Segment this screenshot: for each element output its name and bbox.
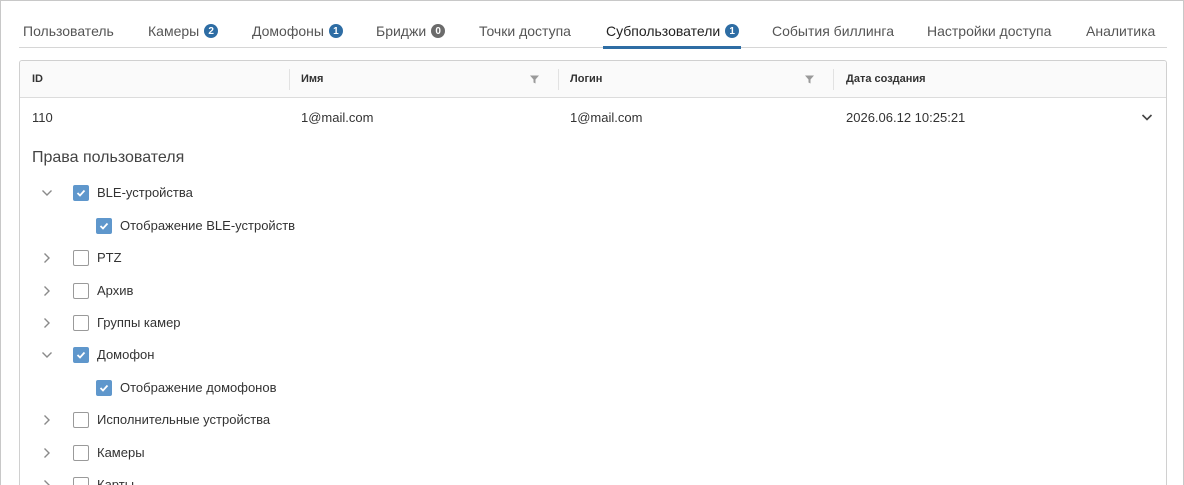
count-badge: 1 — [328, 24, 343, 38]
tab-analytics[interactable]: Аналитика — [1086, 14, 1155, 48]
tab-label: Аналитика — [1086, 23, 1156, 39]
column-header-id[interactable]: ID — [32, 61, 43, 97]
cell-login: 1@mail.com — [570, 109, 643, 125]
rights-item-label: Карты — [97, 477, 135, 485]
column-header-login[interactable]: Логин — [570, 61, 602, 97]
tab-label: Точки доступа — [479, 23, 571, 39]
rights-item-ptz: PTZ — [20, 247, 420, 269]
subusers-table: ID Имя Логин Дата создания 110 1@mail.co… — [19, 60, 1167, 485]
rights-item-archive: Архив — [20, 280, 420, 302]
checkbox[interactable] — [73, 185, 89, 201]
rights-item-label: Группы камер — [97, 315, 181, 330]
rights-item-ble-view: Отображение BLE-устройств — [20, 215, 420, 237]
rights-item-actuators: Исполнительные устройства — [20, 409, 420, 431]
tab-user[interactable]: Пользователь — [23, 14, 114, 48]
chevron-down-icon[interactable] — [1140, 110, 1154, 124]
chevron-right-icon[interactable] — [41, 447, 53, 459]
chevron-right-icon[interactable] — [41, 285, 53, 297]
column-divider — [289, 69, 290, 90]
tab-subusers[interactable]: Субпользователи 1 — [603, 14, 742, 49]
tab-access-points[interactable]: Точки доступа — [479, 14, 571, 48]
count-badge: 1 — [725, 24, 740, 38]
user-rights-title: Права пользователя — [32, 149, 185, 166]
tab-cameras[interactable]: Камеры 2 — [148, 14, 219, 48]
rights-item-label: Исполнительные устройства — [97, 412, 271, 427]
cell-created: 2026.06.12 10:25:21 — [846, 109, 966, 125]
tab-label: Пользователь — [23, 23, 114, 39]
rights-item-label: Архив — [97, 283, 134, 298]
rights-item-cameras: Камеры — [20, 442, 420, 464]
rights-item-label: Камеры — [97, 445, 145, 460]
chevron-down-icon[interactable] — [41, 349, 53, 361]
filter-icon[interactable] — [804, 74, 815, 85]
checkbox[interactable] — [73, 283, 89, 299]
count-badge: 2 — [204, 24, 219, 38]
tab-label: События биллинга — [772, 23, 894, 39]
checkbox[interactable] — [73, 445, 89, 461]
rights-item-label: BLE-устройства — [97, 185, 193, 200]
rights-item-maps: Карты — [20, 474, 420, 485]
chevron-right-icon[interactable] — [41, 479, 53, 485]
column-header-created[interactable]: Дата создания — [846, 61, 926, 97]
cell-name: 1@mail.com — [301, 109, 374, 125]
tab-access-settings[interactable]: Настройки доступа — [927, 14, 1051, 48]
chevron-right-icon[interactable] — [41, 414, 53, 426]
tab-billing-events[interactable]: События биллинга — [772, 14, 894, 48]
column-divider — [558, 69, 559, 90]
tab-label: Субпользователи — [606, 23, 721, 39]
cell-id: 110 — [32, 109, 53, 125]
filter-icon[interactable] — [529, 74, 540, 85]
chevron-down-icon[interactable] — [41, 187, 53, 199]
tab-intercoms[interactable]: Домофоны 1 — [252, 14, 343, 48]
checkbox[interactable] — [96, 218, 112, 234]
column-header-name[interactable]: Имя — [301, 61, 323, 97]
tab-bridges[interactable]: Бриджи 0 — [376, 14, 446, 48]
checkbox[interactable] — [73, 315, 89, 331]
chevron-right-icon[interactable] — [41, 317, 53, 329]
column-divider — [833, 69, 834, 90]
rights-item-intercom-view: Отображение домофонов — [20, 377, 420, 399]
table-header: ID Имя Логин Дата создания — [20, 61, 1166, 98]
rights-item-camera-groups: Группы камер — [20, 312, 420, 334]
tab-label: Домофоны — [252, 23, 324, 39]
tab-label: Камеры — [148, 23, 200, 39]
rights-item-ble: BLE-устройства — [20, 182, 420, 204]
checkbox[interactable] — [73, 477, 89, 485]
checkbox[interactable] — [96, 380, 112, 396]
checkbox[interactable] — [73, 412, 89, 428]
tab-label: Бриджи — [376, 23, 427, 39]
active-tab-indicator — [603, 46, 742, 49]
checkbox[interactable] — [73, 347, 89, 363]
tab-bar: Пользователь Камеры 2 Домофоны 1 Бриджи … — [19, 14, 1167, 49]
rights-item-label: PTZ — [97, 250, 122, 265]
chevron-right-icon[interactable] — [41, 252, 53, 264]
tab-label: Настройки доступа — [927, 23, 1052, 39]
table-row[interactable]: 110 1@mail.com 1@mail.com 2026.06.12 10:… — [20, 98, 1166, 136]
rights-item-label: Отображение домофонов — [120, 380, 277, 395]
checkbox[interactable] — [73, 250, 89, 266]
rights-item-label: Домофон — [97, 347, 155, 362]
rights-item-intercom: Домофон — [20, 344, 420, 366]
rights-item-label: Отображение BLE-устройств — [120, 218, 296, 233]
count-badge: 0 — [431, 24, 446, 38]
